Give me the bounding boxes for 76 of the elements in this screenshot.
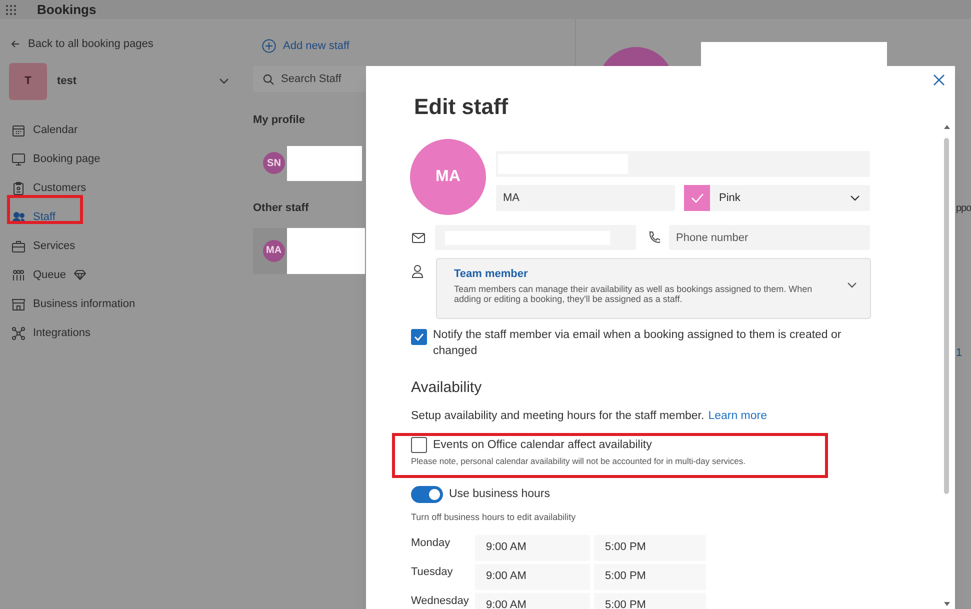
nav-item[interactable]: Staff (33, 208, 56, 226)
phone-field[interactable]: Phone number (669, 225, 870, 250)
chevron-down-icon[interactable] (219, 78, 229, 84)
check-icon (414, 333, 424, 341)
search-field[interactable]: Search Staff (253, 66, 366, 92)
color-swatch-icon (684, 185, 710, 211)
checkbox-label: Events on Office calendar affect availability (433, 438, 652, 453)
staff-avatar[interactable]: MA (410, 139, 486, 215)
clipboard-icon (12, 182, 25, 194)
section-heading: My profile (253, 112, 306, 128)
search-icon (263, 74, 274, 84)
start-time-field[interactable]: 9:00 AM (475, 564, 590, 590)
role-description: Team members can manage their availability as well as bookings assigned to them. When adding or editing a booking, they'll be assigned as a staff. (454, 284, 814, 304)
nav-item[interactable]: Calendar (33, 122, 78, 138)
business-avatar: T (9, 62, 47, 100)
start-time-field[interactable]: 9:00 AM (475, 592, 590, 609)
people-queue-icon (12, 268, 25, 282)
storefront-icon (12, 298, 25, 310)
role-title: Team member (454, 267, 529, 282)
network-icon (12, 326, 25, 340)
checkbox-label: Notify the staff member via email when a booking assigned to them is created or changed (433, 328, 842, 359)
person-icon (412, 265, 423, 278)
back-arrow-icon (11, 40, 20, 48)
calendar-icon (12, 124, 25, 136)
chevron-down-icon (850, 195, 860, 201)
partial-text: ppo (956, 202, 971, 216)
staff-list-item[interactable]: MA (253, 228, 365, 274)
nav-item[interactable]: Integrations (33, 324, 90, 342)
staff-list-item[interactable]: SN (253, 143, 365, 183)
checkbox-note: Please note, personal calendar availability will not be accounted for in multi-day services. (411, 455, 747, 468)
scrollbar[interactable] (944, 138, 949, 494)
people-icon (12, 210, 25, 224)
section-heading: Other staff (253, 201, 310, 216)
start-time-field[interactable]: 9:00 AM (475, 534, 590, 560)
scroll-up-icon[interactable] (944, 125, 950, 129)
end-time-field[interactable]: 5:00 PM (594, 564, 706, 590)
toggle-label: Use business hours (449, 486, 550, 502)
nav-item[interactable]: Services (33, 238, 76, 254)
checkbox[interactable] (411, 329, 427, 345)
app-title: Bookings (37, 0, 96, 19)
staff-avatar: SN (263, 152, 285, 174)
section-heading: Availability (411, 378, 483, 398)
staff-avatar: MA (263, 240, 285, 262)
learn-more-link[interactable]: Learn more (708, 408, 768, 425)
initials-field[interactable]: MA (496, 185, 675, 211)
end-time-field[interactable]: 5:00 PM (594, 592, 706, 609)
app-launcher-icon[interactable] (5, 4, 17, 16)
briefcase-icon (12, 240, 25, 252)
close-icon (933, 74, 945, 86)
back-link[interactable]: Back to all booking pages (11, 36, 240, 52)
end-time-field[interactable]: 5:00 PM (594, 534, 706, 560)
nav-item[interactable]: Queue (33, 266, 66, 284)
nav-item[interactable]: Customers (33, 180, 86, 196)
color-value: Pink (719, 190, 740, 206)
mail-icon (412, 232, 425, 242)
add-staff-button[interactable]: Add new staff (262, 38, 350, 54)
day-label: Tuesday (411, 564, 454, 580)
toggle-switch[interactable] (411, 486, 443, 503)
nav-item[interactable]: Business information (33, 296, 136, 312)
section-description: Setup availability and meeting hours for the staff member. (411, 408, 704, 424)
hint-text: Turn off business hours to edit availability (411, 511, 577, 524)
add-icon (262, 39, 276, 54)
business-name: test (57, 74, 77, 89)
phone-icon (648, 231, 660, 244)
day-label: Monday (411, 536, 452, 550)
color-select[interactable]: Pink (684, 185, 870, 211)
partial-text: 1 (956, 346, 962, 361)
close-button[interactable] (933, 73, 947, 87)
chevron-down-icon (847, 282, 857, 288)
role-select[interactable]: Team member Team members can manage their availability as well as bookings assigned to them. When adding or editing a booking, they'll be assigned as a staff. (436, 258, 871, 319)
scroll-down-icon[interactable] (944, 602, 950, 606)
nav-item[interactable]: Booking page (33, 150, 100, 168)
monitor-icon (12, 152, 25, 166)
dialog-title: Edit staff (414, 93, 510, 121)
checkbox[interactable] (411, 437, 427, 454)
day-label: Wednesday (411, 594, 470, 608)
